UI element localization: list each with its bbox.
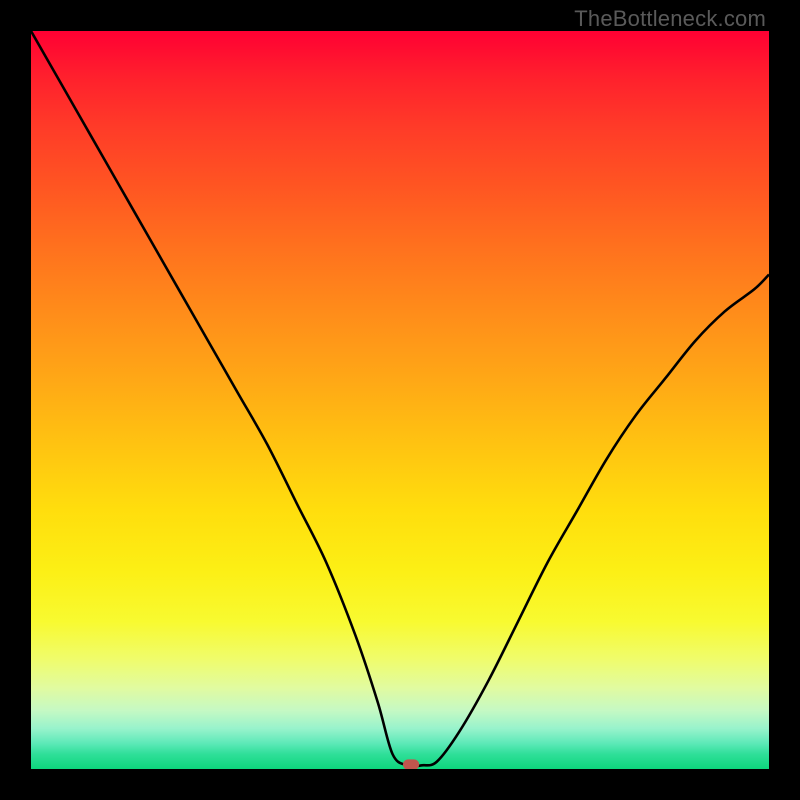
curve-svg (31, 31, 769, 769)
watermark-text: TheBottleneck.com (574, 6, 766, 32)
optimal-marker (403, 759, 419, 769)
chart-frame: TheBottleneck.com (0, 0, 800, 800)
bottleneck-curve-path (31, 31, 769, 766)
plot-area (31, 31, 769, 769)
